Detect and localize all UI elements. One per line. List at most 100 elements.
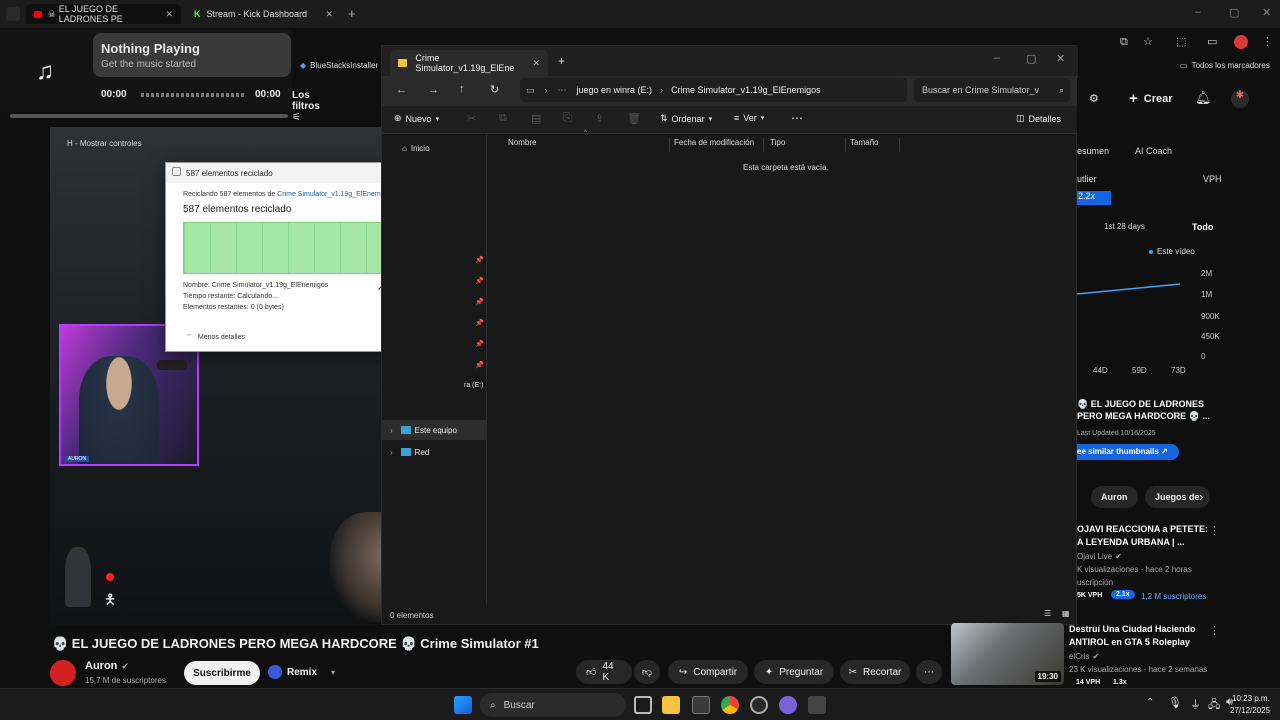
range-all[interactable]: Todo (1192, 222, 1213, 232)
taskbar-search[interactable]: ⌕ Buscar (480, 693, 626, 717)
create-button[interactable]: + Crear (1129, 90, 1173, 107)
delete-icon[interactable]: 🗑 (627, 112, 641, 125)
remix-button[interactable]: Remix ▾ (268, 665, 335, 679)
copy-icon[interactable]: ⧉ (499, 112, 507, 125)
tune-icon[interactable]: ⚙ (1089, 92, 1099, 105)
tab-kick[interactable]: K Stream - Kick Dashboard ✕ (186, 4, 341, 24)
source-link[interactable]: Crime Simulator_v1.19g_ElEnemigos (277, 191, 393, 198)
new-button[interactable]: ⊕ Nuevo ▾ (394, 113, 439, 124)
similar-thumbnails-button[interactable]: ee similar thumbnails ↗ (1077, 444, 1179, 460)
network-icon[interactable]: 🖧︎ (1208, 696, 1220, 715)
channel-avatar[interactable]: ✱ (1231, 90, 1249, 108)
sidepanel-icon[interactable]: ▭ (1207, 35, 1217, 48)
usb-icon[interactable]: ⏚ (1190, 696, 1201, 712)
rec2-thumbnail[interactable]: 19:30 (951, 623, 1064, 685)
analytics-tab-coach[interactable]: AI Coach (1135, 146, 1172, 156)
tab-youtube[interactable]: ☠ EL JUEGO DE LADRONES PE ✕ (26, 4, 181, 24)
column-date[interactable]: Fecha de modificación (668, 138, 764, 152)
bookmark-all[interactable]: ▭ Todos los marcadores (1180, 61, 1270, 70)
column-size[interactable]: Tamaño (844, 138, 900, 152)
star-icon[interactable]: ☆ (1143, 35, 1153, 48)
profile-avatar[interactable] (1234, 35, 1248, 49)
cut-icon[interactable]: ✂ (467, 112, 476, 125)
tiles-view-icon[interactable]: ▦ (1062, 609, 1070, 618)
store-icon[interactable] (692, 696, 710, 714)
details-button[interactable]: ◫ Detalles (1016, 113, 1061, 124)
maximize-icon[interactable]: ▢ (1229, 6, 1239, 19)
channel-avatar[interactable] (50, 660, 76, 686)
tab-menu-button[interactable] (6, 7, 20, 21)
ask-button[interactable]: ✦ Preguntar (754, 660, 834, 684)
music-scrollbar[interactable] (10, 114, 288, 118)
rec1-menu-icon[interactable]: ⋮ (1209, 524, 1220, 537)
nav-item-drive[interactable]: ra (E:) (464, 382, 483, 389)
filters-button[interactable]: Los filtros ⚟ (292, 90, 320, 123)
more-options-icon[interactable]: ⋯ (791, 111, 803, 125)
extensions-icon[interactable]: ⬚ (1176, 35, 1186, 48)
rec1-title-2[interactable]: A LEYENDA URBANA | ... (1077, 537, 1185, 547)
list-view-icon[interactable]: ☰ (1044, 609, 1051, 618)
rec2-channel[interactable]: elCris ✔ (1069, 652, 1099, 661)
more-actions-button[interactable]: ⋯ (916, 660, 942, 684)
mic-icon[interactable]: 🎙︎ (1168, 696, 1182, 709)
more-icon[interactable]: ⋯ (558, 85, 567, 96)
window-close-icon[interactable]: ✕ (1262, 6, 1271, 19)
clock-time[interactable]: 10:23 p.m. (1232, 694, 1270, 703)
bell-icon[interactable]: 🔔︎ (1195, 90, 1212, 106)
new-tab-icon[interactable]: + (558, 54, 565, 68)
column-type[interactable]: Tipo (764, 138, 846, 152)
close-icon[interactable]: ✕ (532, 58, 540, 69)
maximize-icon[interactable]: ▢ (1026, 52, 1036, 65)
chrome-icon[interactable] (721, 696, 739, 714)
rec1-channel[interactable]: Ojavi Live ✔ (1077, 552, 1122, 561)
search-input[interactable]: Buscar en Crime Simulator_v ⌕ (914, 78, 1070, 102)
rec2-title-2[interactable]: ANTIROL en GTA 5 Roleplay (1069, 637, 1190, 647)
analytics-tab-vph[interactable]: VPH (1203, 174, 1222, 184)
share-icon[interactable]: ⇪ (595, 112, 604, 125)
file-explorer-icon[interactable] (662, 696, 680, 714)
music-progress-track[interactable] (141, 93, 245, 97)
clip-button[interactable]: ✂ Recortar (840, 660, 910, 684)
close-icon[interactable]: ✕ (165, 9, 173, 20)
close-icon[interactable]: ✕ (1056, 52, 1065, 65)
view-button[interactable]: ≡ Ver ▾ (734, 113, 764, 123)
windows-start-icon[interactable] (454, 696, 472, 714)
rec1-title-1[interactable]: OJAVI REACCIONA a PETETE: (1077, 524, 1208, 534)
nav-item-this-pc[interactable]: › Este equipo (382, 420, 486, 440)
explorer-tab[interactable]: Crime Simulator_v1.19g_ElEne ✕ (390, 50, 548, 76)
paste-icon[interactable]: ▤ (531, 112, 541, 125)
subscribe-button[interactable]: Suscribirme (184, 661, 260, 685)
nav-item-home[interactable]: ⌂ Inicio (402, 144, 430, 153)
forward-icon[interactable]: → (428, 84, 439, 96)
new-tab-icon[interactable]: + (348, 6, 356, 21)
like-button[interactable]: 👍︎ 44 K (576, 660, 632, 684)
rename-icon[interactable]: ⎘ (563, 112, 572, 125)
dislike-button[interactable]: 👎︎ (634, 660, 660, 684)
task-view-icon[interactable] (634, 696, 652, 714)
range-28-days[interactable]: 1st 28 days (1104, 222, 1145, 231)
chevron-right-icon[interactable]: › (1199, 489, 1203, 504)
less-details-button[interactable]: ⌃ Menos detalles (186, 333, 245, 342)
refresh-icon[interactable]: ↻ (490, 83, 499, 96)
bookmark-bluestacks[interactable]: ◆ BlueStacksInstaller (300, 61, 378, 70)
obs-icon[interactable] (750, 696, 768, 714)
tray-chevron-icon[interactable]: ⌃ (1146, 697, 1154, 708)
discord-icon[interactable] (779, 696, 797, 714)
game-icon[interactable] (808, 696, 826, 714)
minimize-icon[interactable]: – (1195, 6, 1201, 18)
breadcrumb-folder[interactable]: Crime Simulator_v1.19g_ElEnemigos (671, 85, 821, 95)
breadcrumb-drive[interactable]: juego en winra (E:) (577, 85, 653, 95)
up-icon[interactable]: ↑ (459, 83, 465, 95)
rec2-title-1[interactable]: Destruí Una Ciudad Haciendo (1069, 624, 1196, 634)
share-button[interactable]: ↪ Compartir (668, 660, 748, 684)
back-icon[interactable]: ← (396, 84, 407, 96)
menu-icon[interactable]: ⋮ (1262, 35, 1273, 48)
column-name[interactable]: Nombre (502, 138, 670, 152)
rec2-menu-icon[interactable]: ⋮ (1209, 624, 1220, 637)
close-icon[interactable]: ✕ (325, 9, 333, 20)
minimize-icon[interactable]: – (994, 52, 1000, 64)
screenshot-icon[interactable]: ⧉ (1120, 36, 1128, 49)
nav-item-network[interactable]: › Red (382, 442, 486, 462)
analytics-tab-summary[interactable]: esumen (1077, 146, 1109, 156)
sort-button[interactable]: ⇅ Ordenar ▾ (660, 113, 712, 124)
